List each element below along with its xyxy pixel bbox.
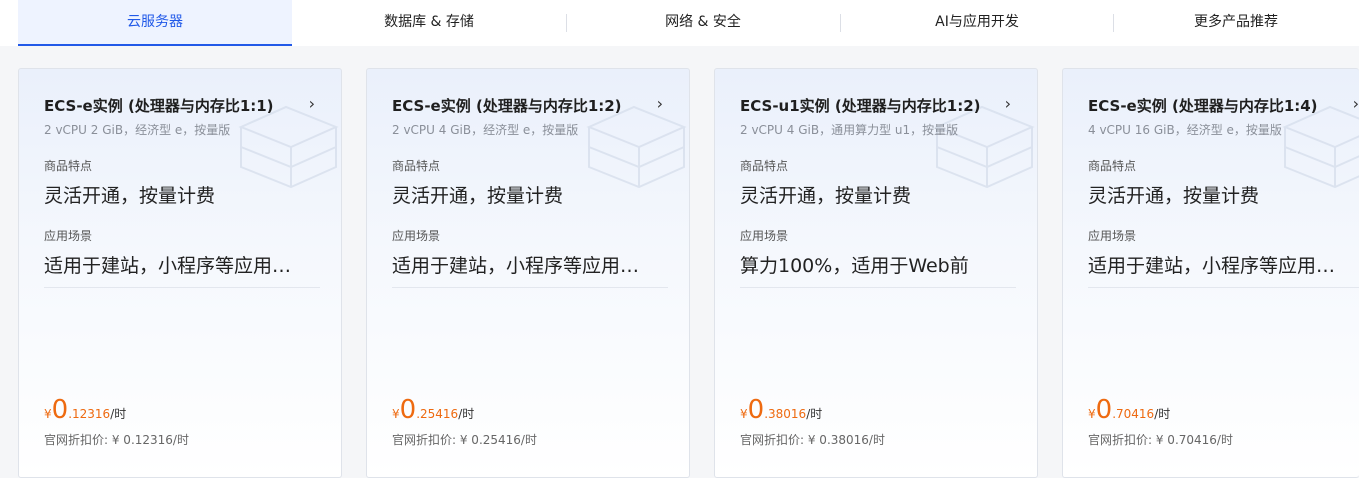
price: ¥0.38016/时 — [740, 395, 822, 425]
feature-text: 灵活开通，按量计费 — [740, 185, 912, 207]
card-divider — [392, 287, 668, 288]
price: ¥0.70416/时 — [1088, 395, 1170, 425]
card-title: ECS-e实例 (处理器与内存比1:2) — [392, 97, 622, 115]
price-currency: ¥ — [392, 407, 400, 421]
feature-text: 灵活开通，按量计费 — [392, 185, 564, 207]
official-price: 官网折扣价: ¥ 0.38016/时 — [740, 433, 885, 447]
price: ¥0.25416/时 — [392, 395, 474, 425]
scene-text: 适用于建站，小程序等应用… — [1088, 255, 1336, 277]
scene-label: 应用场景 — [44, 229, 93, 243]
feature-label: 商品特点 — [44, 159, 93, 173]
price-decimal: .38016 — [764, 407, 807, 421]
feature-label: 商品特点 — [1088, 159, 1137, 173]
card-spec: 2 vCPU 4 GiB，经济型 e，按量版 — [392, 123, 579, 137]
official-price: 官网折扣价: ¥ 0.12316/时 — [44, 433, 189, 447]
product-card[interactable]: ECS-u1实例 (处理器与内存比1:2) › 2 vCPU 4 GiB，通用算… — [714, 68, 1038, 478]
card-title: ECS-u1实例 (处理器与内存比1:2) — [740, 97, 981, 115]
price-unit: /时 — [458, 407, 475, 421]
price-currency: ¥ — [44, 407, 52, 421]
tab-more-products[interactable]: 更多产品推荐 — [1113, 0, 1359, 46]
price-integer: 0 — [399, 395, 417, 425]
card-title: ECS-e实例 (处理器与内存比1:1) — [44, 97, 274, 115]
scene-text: 算力100%，适用于Web前 — [740, 255, 969, 277]
price-unit: /时 — [110, 407, 127, 421]
chevron-right-icon[interactable]: › — [657, 94, 663, 113]
scene-text: 适用于建站，小程序等应用… — [392, 255, 640, 277]
card-title: ECS-e实例 (处理器与内存比1:4) — [1088, 97, 1318, 115]
scene-label: 应用场景 — [392, 229, 441, 243]
card-spec: 4 vCPU 16 GiB，经济型 e，按量版 — [1088, 123, 1282, 137]
card-spec: 2 vCPU 4 GiB，通用算力型 u1，按量版 — [740, 123, 959, 137]
official-price: 官网折扣价: ¥ 0.70416/时 — [1088, 433, 1233, 447]
feature-text: 灵活开通，按量计费 — [1088, 185, 1260, 207]
scene-label: 应用场景 — [740, 229, 789, 243]
price-integer: 0 — [51, 395, 69, 425]
price-integer: 0 — [1095, 395, 1113, 425]
product-category-tabs: 云服务器 数据库 & 存储 网络 & 安全 AI与应用开发 更多产品推荐 — [0, 0, 1359, 46]
feature-text: 灵活开通，按量计费 — [44, 185, 216, 207]
price-currency: ¥ — [1088, 407, 1096, 421]
price-decimal: .25416 — [416, 407, 459, 421]
feature-label: 商品特点 — [740, 159, 789, 173]
chevron-right-icon[interactable]: › — [1353, 94, 1359, 113]
card-spec: 2 vCPU 2 GiB，经济型 e，按量版 — [44, 123, 231, 137]
card-divider — [1088, 287, 1359, 288]
price-integer: 0 — [747, 395, 765, 425]
tab-cloud-server[interactable]: 云服务器 — [18, 0, 292, 46]
chevron-right-icon[interactable]: › — [1005, 94, 1011, 113]
tab-database-storage[interactable]: 数据库 & 存储 — [292, 0, 566, 46]
card-divider — [740, 287, 1016, 288]
product-card[interactable]: ECS-e实例 (处理器与内存比1:2) › 2 vCPU 4 GiB，经济型 … — [366, 68, 690, 478]
product-card[interactable]: ECS-e实例 (处理器与内存比1:1) › 2 vCPU 2 GiB，经济型 … — [18, 68, 342, 478]
tab-ai-app-dev[interactable]: AI与应用开发 — [840, 0, 1114, 46]
official-price: 官网折扣价: ¥ 0.25416/时 — [392, 433, 537, 447]
price-decimal: .12316 — [68, 407, 111, 421]
price-unit: /时 — [806, 407, 823, 421]
price-unit: /时 — [1154, 407, 1171, 421]
chevron-right-icon[interactable]: › — [309, 94, 315, 113]
scene-text: 适用于建站，小程序等应用… — [44, 255, 292, 277]
price-currency: ¥ — [740, 407, 748, 421]
product-card[interactable]: ECS-e实例 (处理器与内存比1:4) › 4 vCPU 16 GiB，经济型… — [1062, 68, 1359, 478]
feature-label: 商品特点 — [392, 159, 441, 173]
card-divider — [44, 287, 320, 288]
price: ¥0.12316/时 — [44, 395, 126, 425]
price-decimal: .70416 — [1112, 407, 1155, 421]
tab-network-security[interactable]: 网络 & 安全 — [566, 0, 840, 46]
scene-label: 应用场景 — [1088, 229, 1137, 243]
